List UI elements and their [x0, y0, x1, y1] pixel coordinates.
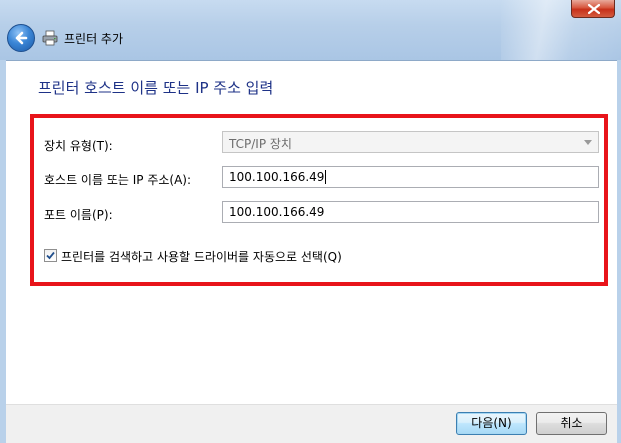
printer-icon [42, 30, 58, 46]
window-title: 프린터 추가 [64, 32, 124, 46]
frame-right [617, 60, 621, 442]
page-title: 프린터 호스트 이름 또는 IP 주소 입력 [38, 79, 274, 97]
back-arrow-icon [15, 31, 28, 45]
highlight-frame [30, 114, 608, 286]
close-icon [588, 4, 600, 14]
close-button[interactable] [571, 0, 615, 18]
next-button[interactable]: 다음(N) [456, 412, 527, 435]
cancel-button[interactable]: 취소 [536, 412, 607, 435]
back-button[interactable] [7, 24, 35, 52]
